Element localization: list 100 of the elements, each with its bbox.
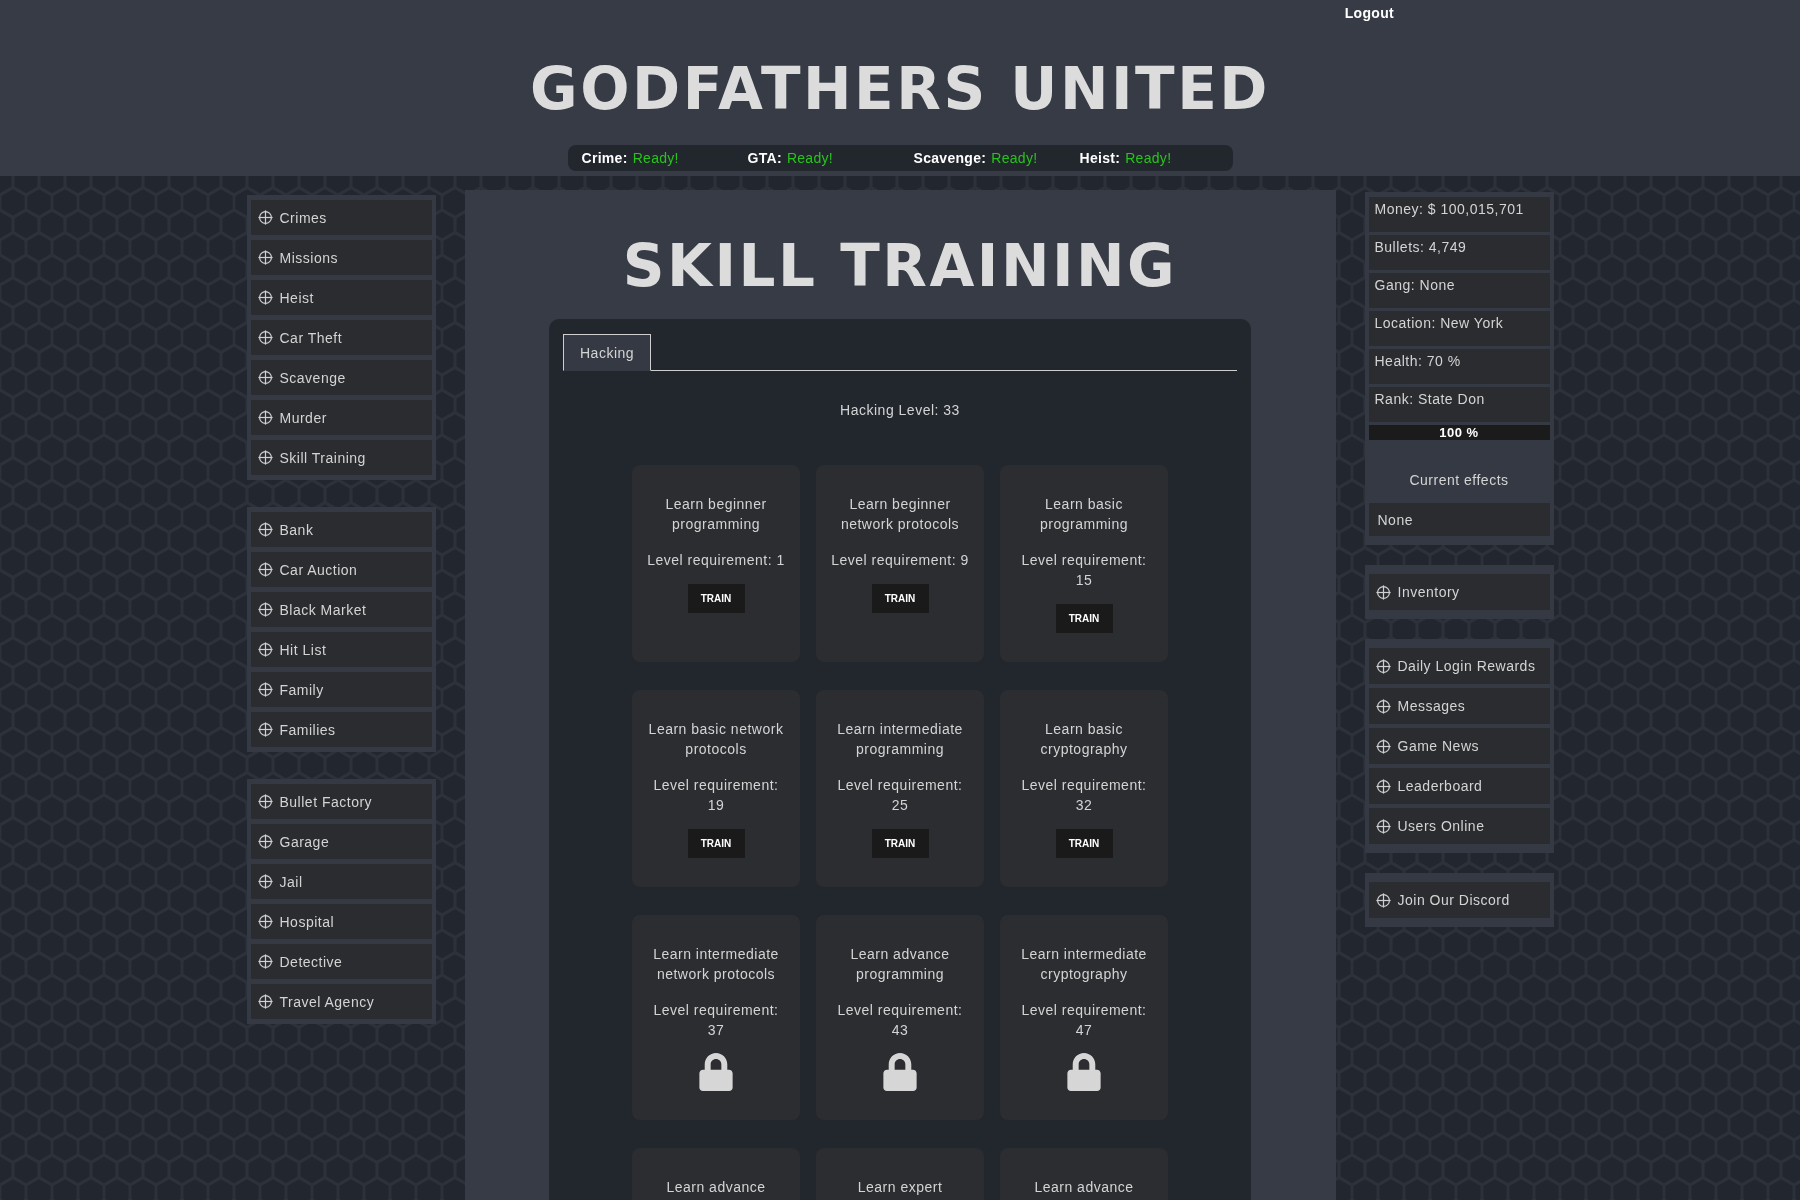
crosshair-icon (257, 954, 273, 969)
menu-item[interactable]: Detective (250, 944, 432, 979)
train-button[interactable]: TRAIN (871, 829, 929, 858)
skill-title: Learn basic network protocols (647, 720, 785, 759)
timer-status: Ready! (786, 149, 834, 167)
menu-item[interactable]: Join Our Discord (1368, 882, 1550, 918)
crosshair-icon (1375, 658, 1391, 674)
menu-item[interactable]: Hit List (250, 632, 432, 667)
menu-item[interactable]: Murder (250, 400, 432, 435)
skill-title: Learn expert (857, 1178, 943, 1197)
crosshair-icon (257, 562, 273, 577)
train-button[interactable]: TRAIN (687, 829, 745, 858)
level-requirement: Level requirement: 19 (652, 776, 780, 815)
timer-label: Crime: (581, 149, 628, 167)
stat-row: Health: 70 % (1368, 349, 1550, 384)
stat-row: Money: $ 100,015,701 (1368, 197, 1550, 232)
timer-status: Ready! (632, 149, 679, 167)
crosshair-icon (1375, 778, 1391, 794)
stat-row: Rank: State Don (1368, 387, 1550, 422)
menu-item[interactable]: Heist (250, 280, 432, 315)
menu-item[interactable]: Bank (250, 512, 432, 547)
crosshair-icon (257, 602, 273, 617)
crosshair-icon (1375, 818, 1391, 834)
menu-item[interactable]: Daily Login Rewards (1368, 648, 1550, 684)
timer-label: Scavenge: (913, 149, 987, 167)
tab[interactable]: Hacking (563, 334, 652, 371)
skill-title: Learn basic programming (1039, 495, 1129, 534)
crosshair-icon (257, 642, 273, 657)
skill-title: Learn intermediate cryptography (1020, 945, 1148, 984)
level-requirement: Level requirement: 9 (831, 551, 969, 570)
level-requirement: Level requirement: 15 (1020, 551, 1148, 590)
menu-item[interactable]: Game News (1368, 728, 1550, 764)
train-button[interactable]: TRAIN (687, 584, 745, 613)
level-requirement: Level requirement: 47 (1020, 1001, 1148, 1040)
crosshair-icon (257, 330, 273, 345)
effect-row: None (1368, 503, 1550, 536)
level-requirement: Level requirement: 37 (652, 1001, 780, 1040)
skill-title: Learn basic cryptography (1039, 720, 1129, 759)
crosshair-icon (257, 794, 273, 809)
crosshair-icon (257, 834, 273, 849)
stat-row: Location: New York (1368, 311, 1550, 346)
crosshair-icon (1375, 892, 1391, 908)
skill-title: Learn intermediate programming (836, 720, 964, 759)
level-requirement: Level requirement: 43 (836, 1001, 964, 1040)
menu-item[interactable]: Bullet Factory (250, 784, 432, 819)
crosshair-icon (257, 914, 273, 929)
skill-title: Learn beginner network protocols (839, 495, 961, 534)
crosshair-icon (257, 522, 273, 537)
menu-item[interactable]: Travel Agency (250, 984, 432, 1019)
page-title: SKILL TRAINING (622, 237, 1178, 295)
stat-row: Gang: None (1368, 273, 1550, 308)
skill-title: Learn advance (666, 1178, 766, 1197)
level-requirement: Level requirement: 32 (1020, 776, 1148, 815)
menu-item[interactable]: Users Online (1368, 808, 1550, 844)
crosshair-icon (257, 370, 273, 385)
crosshair-icon (257, 682, 273, 697)
train-button[interactable]: TRAIN (1055, 829, 1113, 858)
menu-item[interactable]: Leaderboard (1368, 768, 1550, 804)
crosshair-icon (1375, 698, 1391, 714)
crosshair-icon (257, 722, 273, 737)
menu-item[interactable]: Hospital (250, 904, 432, 939)
level-requirement: Level requirement: 1 (647, 551, 785, 570)
menu-item[interactable]: Jail (250, 864, 432, 899)
crosshair-icon (257, 874, 273, 889)
menu-item[interactable]: Black Market (250, 592, 432, 627)
menu-item[interactable]: Skill Training (250, 440, 432, 475)
crosshair-icon (257, 450, 273, 465)
menu-item[interactable]: Families (250, 712, 432, 747)
menu-item[interactable]: Car Auction (250, 552, 432, 587)
menu-item[interactable]: Messages (1368, 688, 1550, 724)
timer-status: Ready! (1125, 149, 1172, 167)
timer-label: GTA: (747, 149, 782, 167)
rank-progress-reading: 100 % (1439, 425, 1479, 440)
menu-item[interactable]: Family (250, 672, 432, 707)
skill-title: Learn beginner programming (664, 495, 768, 534)
crosshair-icon (1375, 584, 1391, 600)
crosshair-icon (257, 290, 273, 305)
crosshair-icon (257, 410, 273, 425)
skill-title: Learn advance (1034, 1178, 1134, 1197)
stat-row: Bullets: 4,749 (1368, 235, 1550, 270)
train-button[interactable]: TRAIN (1055, 604, 1113, 633)
logout-link[interactable]: Logout (1344, 3, 1394, 26)
menu-item[interactable]: Missions (250, 240, 432, 275)
menu-item[interactable]: Scavenge (250, 360, 432, 395)
skill-title: Learn intermediate network protocols (652, 945, 780, 984)
site-title: GODFATHERS UNITED (530, 60, 1270, 118)
crosshair-icon (1375, 738, 1391, 754)
crosshair-icon (257, 210, 273, 225)
timer-label: Heist: (1079, 149, 1121, 167)
menu-item[interactable]: Car Theft (250, 320, 432, 355)
timer-status: Ready! (991, 149, 1038, 167)
train-button[interactable]: TRAIN (871, 584, 929, 613)
crosshair-icon (257, 994, 273, 1009)
menu-item[interactable]: Inventory (1368, 574, 1550, 610)
crosshair-icon (257, 250, 273, 265)
skill-title: Learn advance programming (849, 945, 951, 984)
level-requirement: Level requirement: 25 (836, 776, 964, 815)
menu-item[interactable]: Crimes (250, 200, 432, 235)
menu-item[interactable]: Garage (250, 824, 432, 859)
effects-heading: Current effects (1408, 471, 1510, 490)
